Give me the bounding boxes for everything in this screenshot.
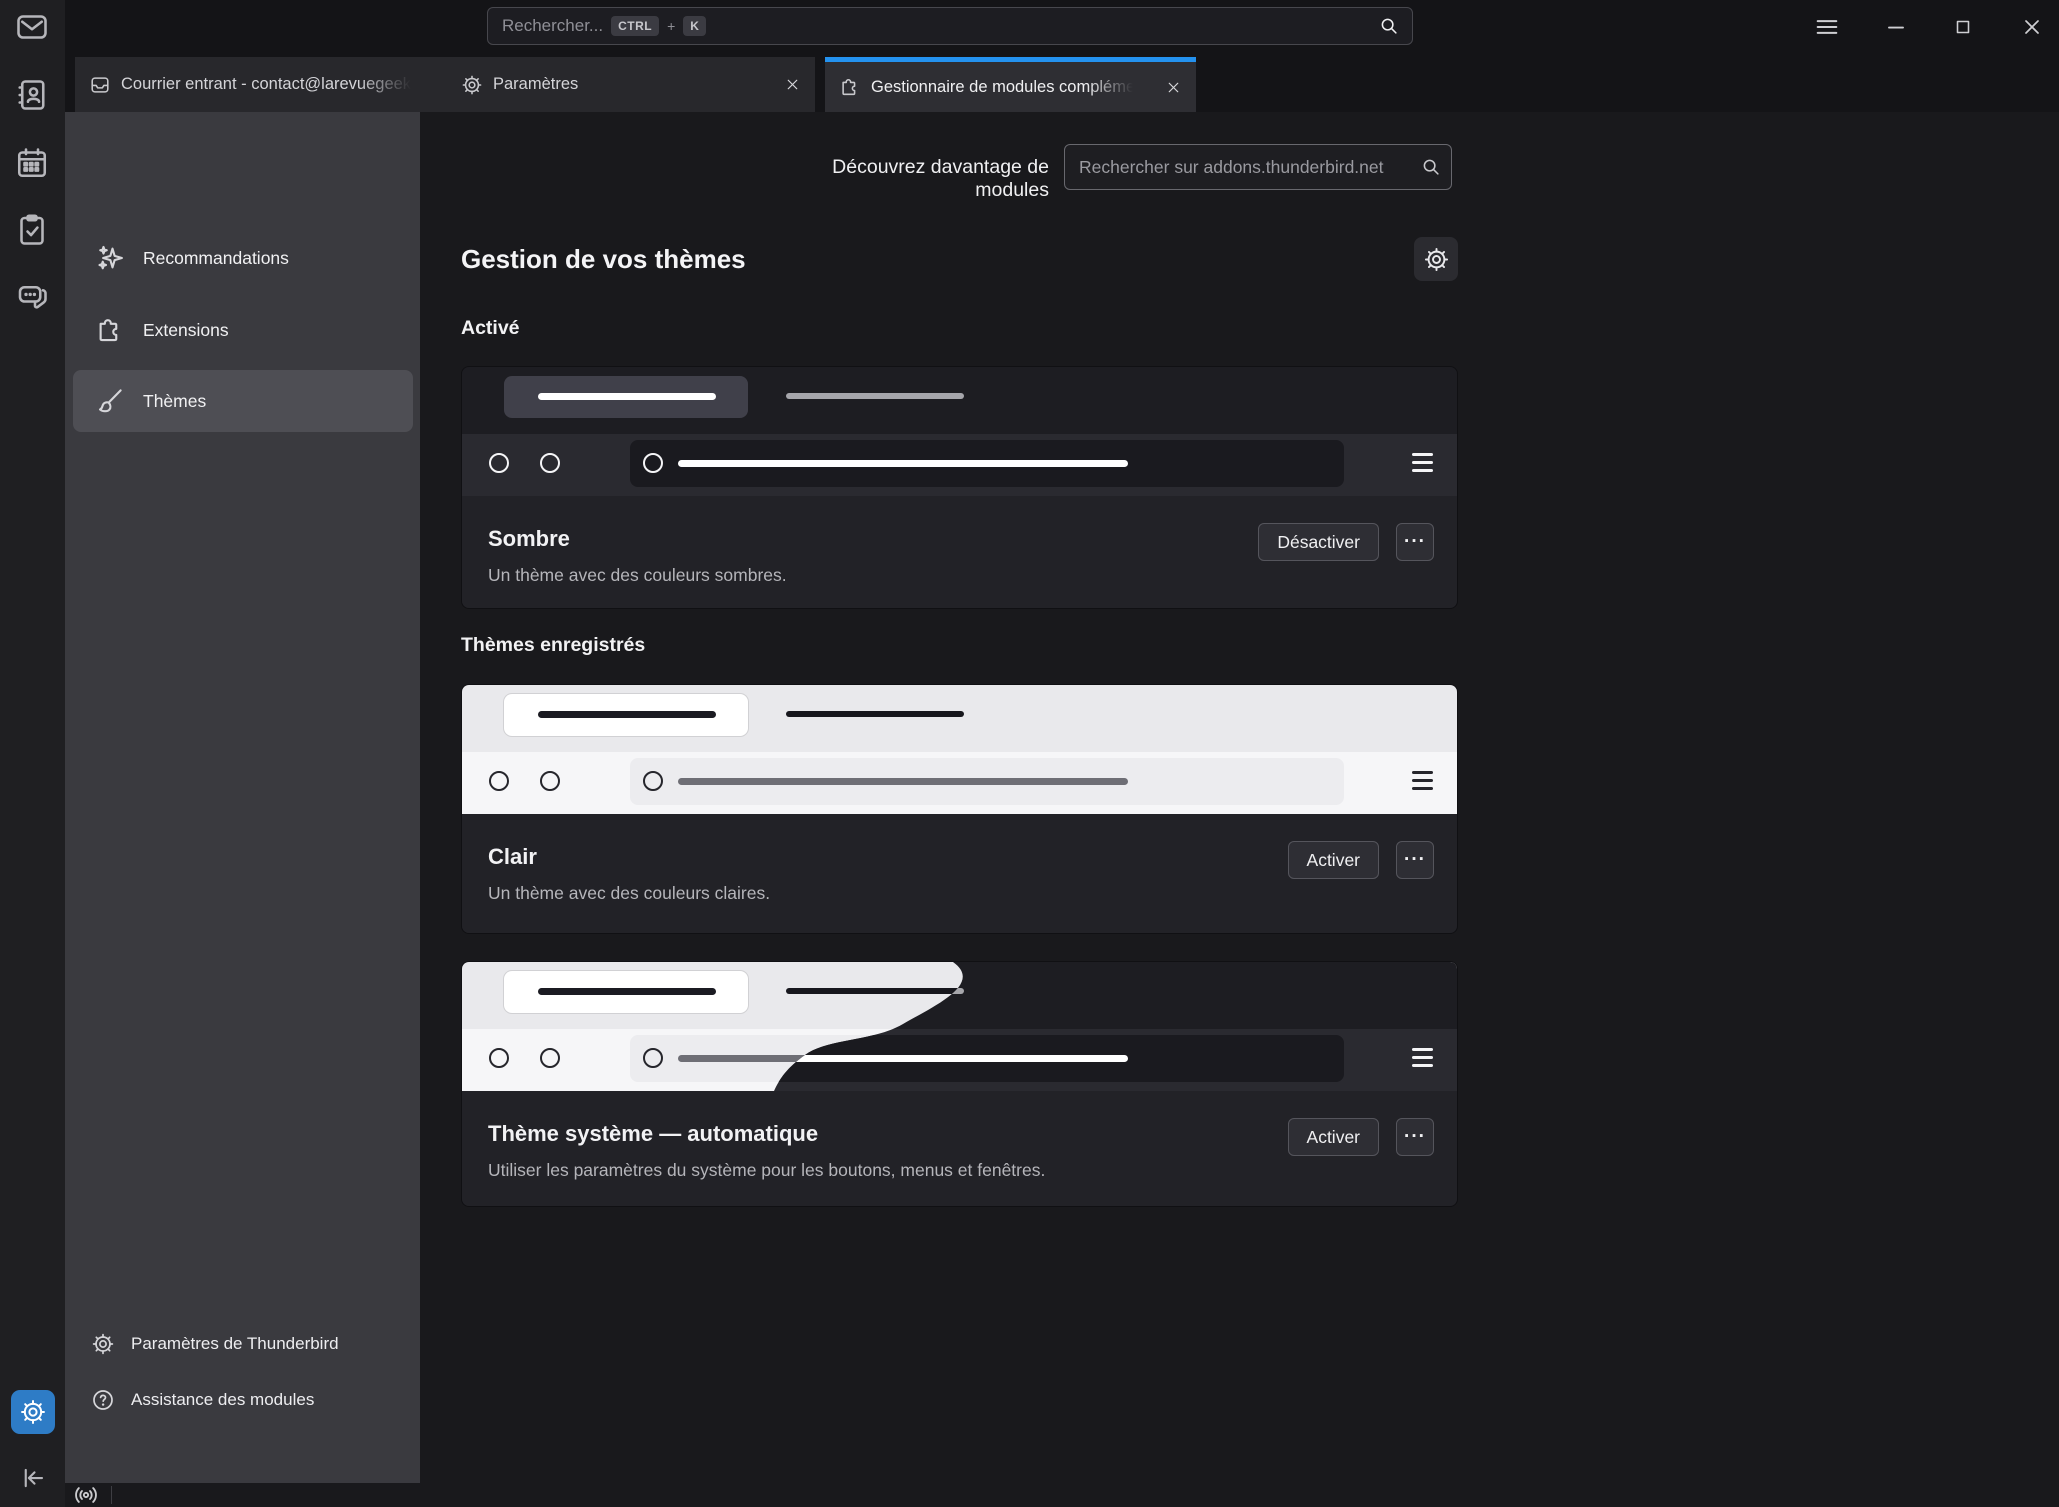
tab-addons-manager[interactable]: Gestionnaire de modules complémentaires	[825, 57, 1196, 112]
collapse-icon	[17, 1463, 47, 1493]
discover-addons-label: Découvrez davantage de modules	[755, 156, 1049, 202]
sidebar-item-addons-support[interactable]: Assistance des modules	[73, 1378, 413, 1422]
sidebar-item-label: Assistance des modules	[131, 1390, 314, 1410]
more-options-button[interactable]: ···	[1396, 1118, 1434, 1156]
tab-settings[interactable]: Paramètres	[447, 57, 815, 112]
tab-label: Gestionnaire de modules complémentaires	[871, 78, 1133, 97]
maximize-button[interactable]	[1941, 5, 1985, 49]
addons-search-field	[1064, 144, 1452, 190]
search-icon	[1420, 156, 1442, 178]
calendar-space-button[interactable]	[15, 146, 49, 180]
addons-sidebar: Recommandations Extensions Thèmes Paramè…	[65, 112, 420, 1483]
sparkles-icon	[95, 243, 125, 273]
address-book-icon	[14, 77, 50, 113]
puzzle-icon	[95, 315, 125, 345]
chat-icon	[14, 279, 50, 315]
global-search-placeholder: Rechercher...	[502, 16, 603, 36]
sidebar-item-thunderbird-settings[interactable]: Paramètres de Thunderbird	[73, 1322, 413, 1366]
sidebar-item-label: Recommandations	[143, 248, 289, 269]
sidebar-item-label: Paramètres de Thunderbird	[131, 1334, 339, 1354]
more-options-button[interactable]: ···	[1396, 523, 1434, 561]
minimize-button[interactable]	[1874, 5, 1918, 49]
mail-space-button[interactable]	[15, 10, 49, 44]
gear-icon	[1423, 246, 1450, 273]
gear-icon	[19, 1398, 47, 1426]
global-search-field[interactable]: Rechercher... CTRL + K	[487, 7, 1413, 45]
calendar-icon	[14, 145, 50, 181]
close-tab-button[interactable]	[779, 72, 805, 98]
theme-description: Utiliser les paramètres du système pour …	[488, 1160, 1434, 1181]
chat-space-button[interactable]	[15, 280, 49, 314]
tasks-icon	[14, 212, 50, 248]
sidebar-item-themes[interactable]: Thèmes	[73, 370, 413, 432]
tab-inbox[interactable]: Courrier entrant - contact@larevuegeek	[75, 57, 447, 112]
sidebar-item-extensions[interactable]: Extensions	[73, 301, 413, 359]
theme-preview	[462, 685, 1457, 814]
shortcut-plus: +	[667, 18, 675, 34]
paintbrush-icon	[95, 386, 125, 416]
gear-icon	[91, 1332, 115, 1356]
close-tab-button[interactable]	[1160, 74, 1186, 100]
minimize-icon	[1883, 14, 1909, 40]
spaces-toolbar	[0, 0, 65, 1507]
theme-card-dark: Sombre Un thème avec des couleurs sombre…	[461, 366, 1458, 609]
tab-label: Paramètres	[493, 75, 578, 94]
puzzle-icon	[839, 76, 861, 98]
settings-space-button[interactable]	[11, 1390, 55, 1434]
theme-preview	[462, 367, 1457, 496]
addons-content: Découvrez davantage de modules Gestion d…	[420, 112, 2059, 1507]
disable-theme-button[interactable]: Désactiver	[1258, 523, 1379, 561]
enable-theme-button[interactable]: Activer	[1288, 841, 1379, 879]
section-enabled-label: Activé	[461, 317, 520, 340]
page-title: Gestion de vos thèmes	[461, 244, 746, 275]
sidebar-item-label: Extensions	[143, 320, 229, 341]
mail-icon	[14, 9, 50, 45]
question-icon	[91, 1388, 115, 1412]
tools-for-themes-button[interactable]	[1414, 237, 1458, 281]
theme-card-system-auto: Thème système — automatique Utiliser les…	[461, 961, 1458, 1207]
tasks-space-button[interactable]	[15, 213, 49, 247]
theme-description: Un thème avec des couleurs claires.	[488, 883, 1434, 904]
theme-description: Un thème avec des couleurs sombres.	[488, 565, 1434, 586]
section-saved-label: Thèmes enregistrés	[461, 634, 645, 657]
shortcut-ctrl-badge: CTRL	[611, 16, 659, 36]
theme-card-light: Clair Un thème avec des couleurs claires…	[461, 684, 1458, 934]
network-status-icon[interactable]	[73, 1486, 99, 1504]
window-titlebar: Rechercher... CTRL + K	[65, 0, 2059, 53]
theme-preview	[462, 962, 1457, 1091]
address-book-space-button[interactable]	[15, 78, 49, 112]
collapse-toolbar-button[interactable]	[15, 1461, 49, 1495]
search-icon	[1378, 15, 1400, 37]
tab-label: Courrier entrant - contact@larevuegeek	[121, 75, 411, 94]
status-bar	[65, 1483, 2059, 1507]
tab-bar: Courrier entrant - contact@larevuegeek P…	[65, 53, 2059, 112]
shortcut-k-badge: K	[683, 16, 706, 36]
sidebar-item-recommendations[interactable]: Recommandations	[73, 229, 413, 287]
addons-search-input[interactable]	[1065, 145, 1451, 189]
close-window-button[interactable]	[2010, 5, 2054, 49]
enable-theme-button[interactable]: Activer	[1288, 1118, 1379, 1156]
hamburger-icon	[1813, 13, 1841, 41]
app-menu-button[interactable]	[1805, 5, 1849, 49]
sidebar-item-label: Thèmes	[143, 391, 206, 412]
close-icon	[2020, 15, 2044, 39]
maximize-icon	[1952, 16, 1974, 38]
inbox-icon	[89, 74, 111, 96]
more-options-button[interactable]: ···	[1396, 841, 1434, 879]
gear-icon	[461, 74, 483, 96]
status-divider	[111, 1486, 112, 1504]
